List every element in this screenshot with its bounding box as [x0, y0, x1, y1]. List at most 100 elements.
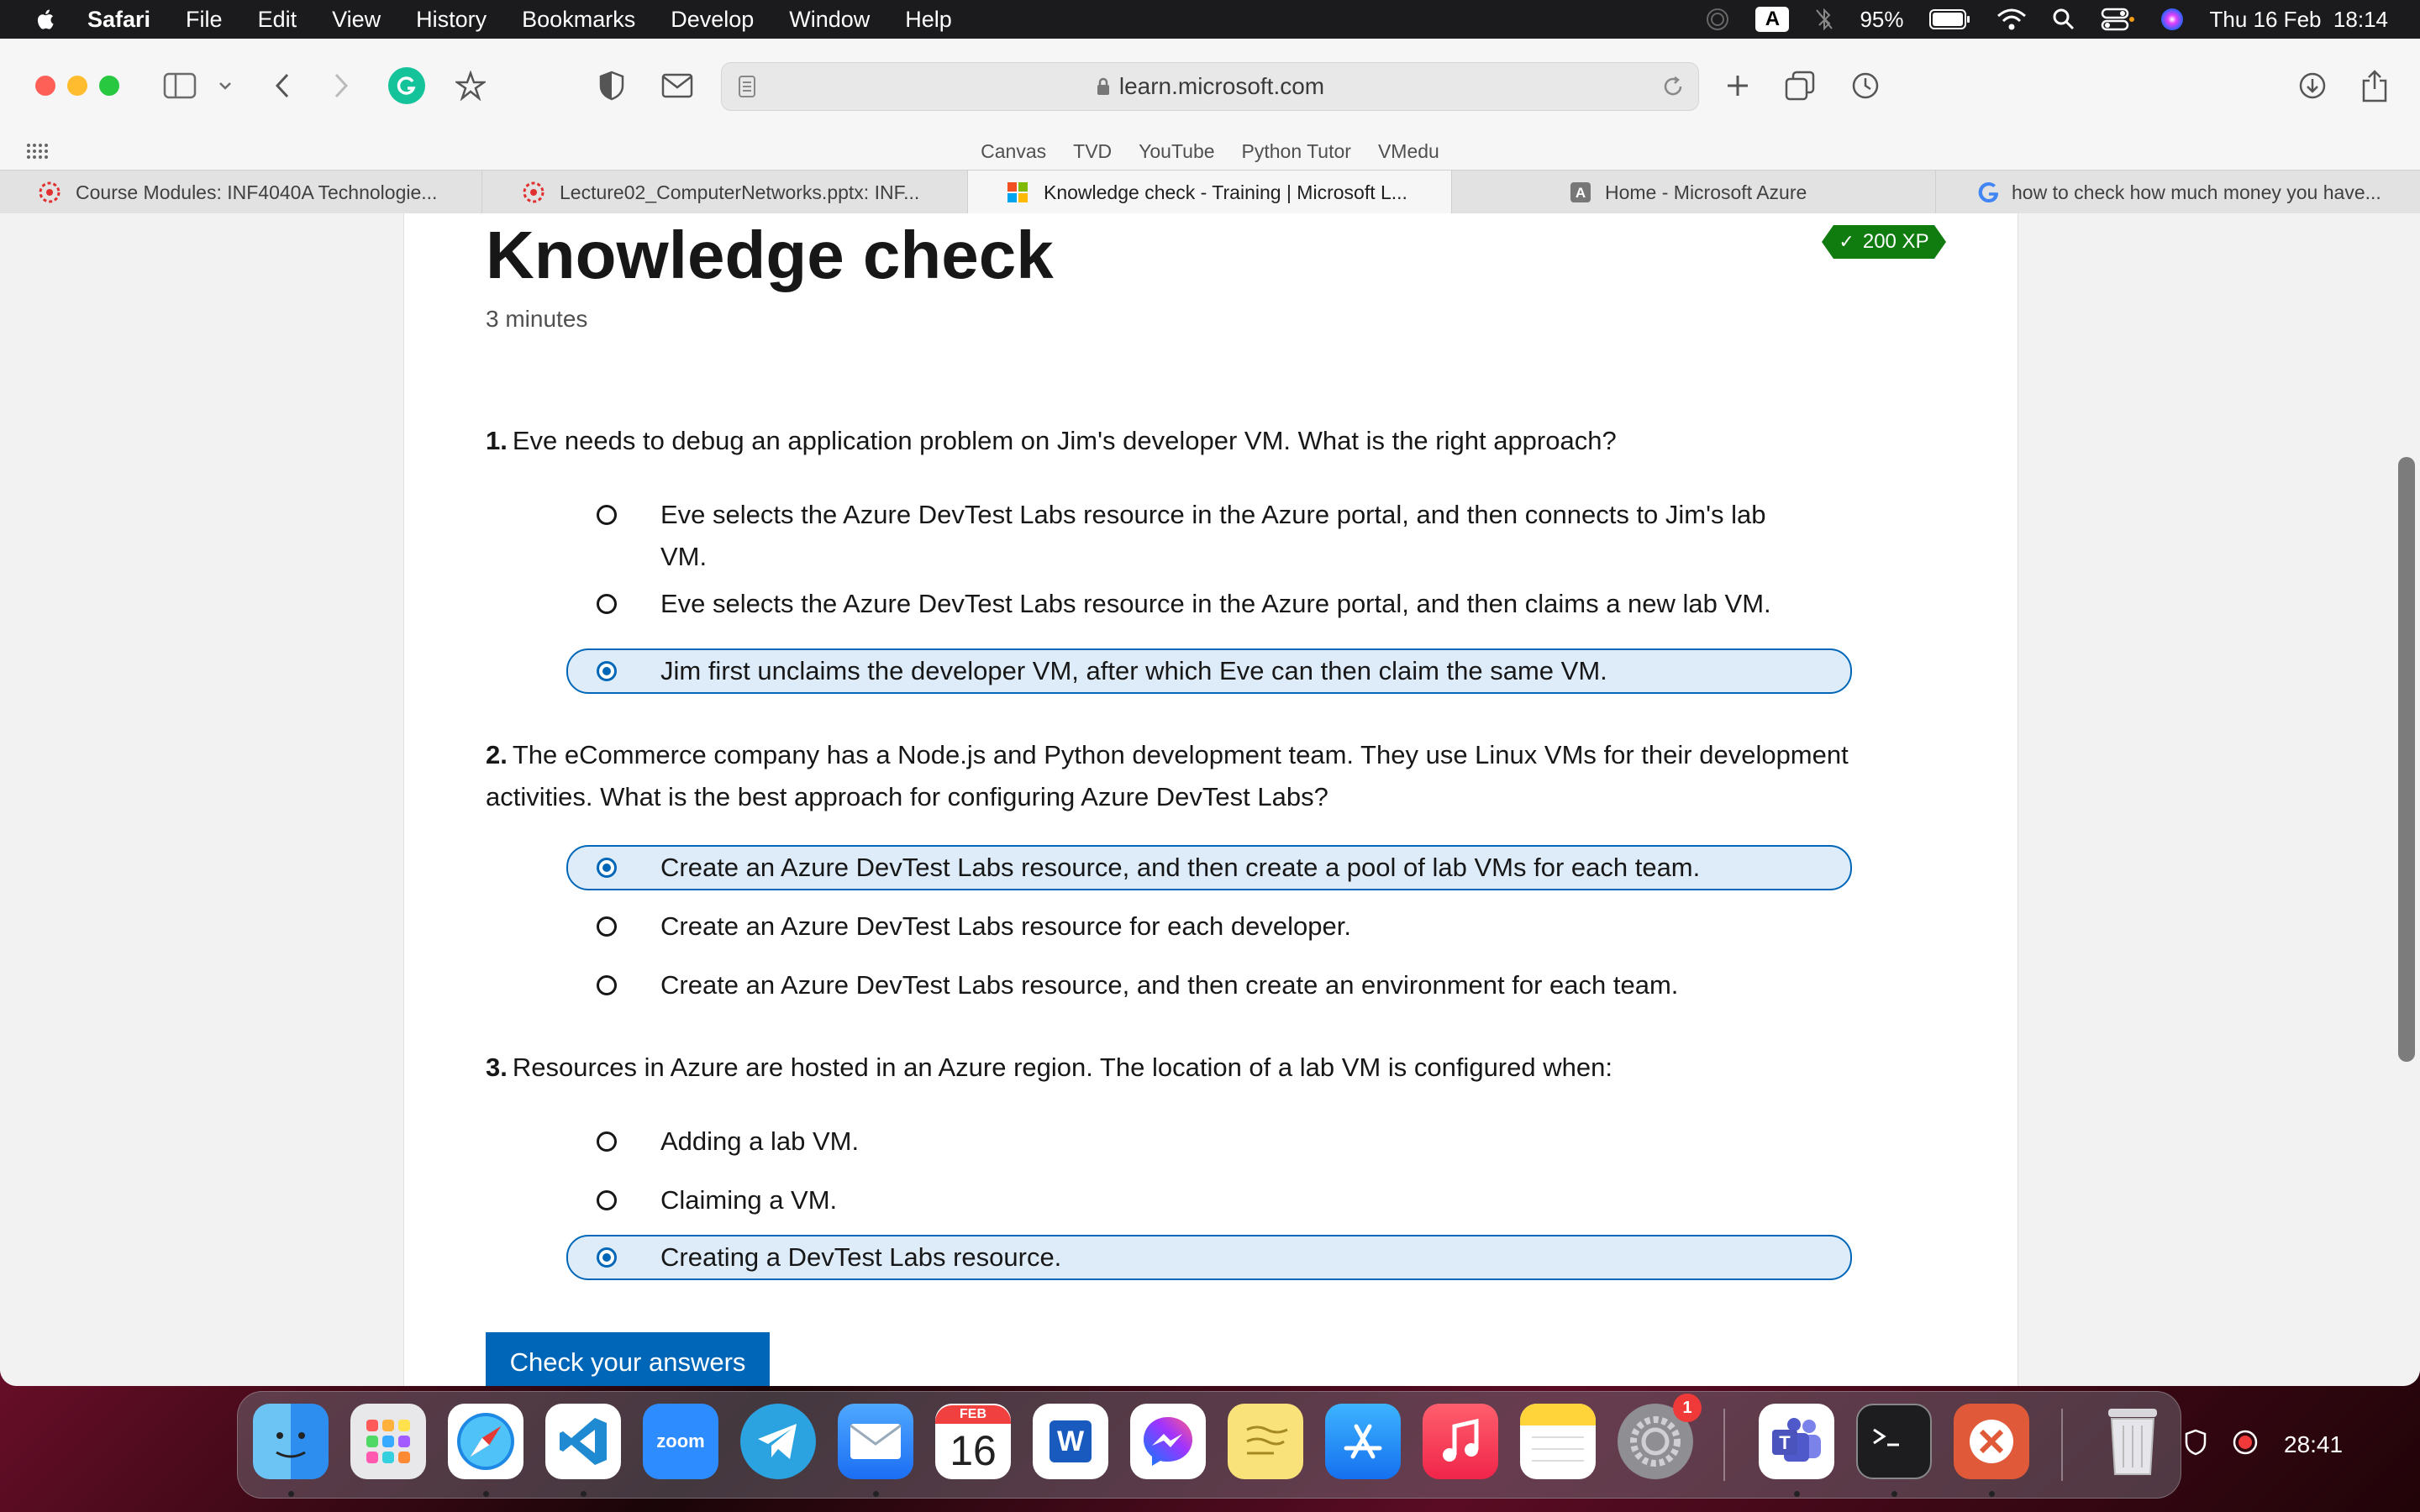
question-3: 3. Resources in Azure are hosted in an Az… — [486, 1047, 1914, 1089]
privacy-shield-icon[interactable] — [595, 69, 629, 102]
apps-grid-icon[interactable] — [25, 141, 49, 161]
reader-view-icon[interactable] — [735, 73, 759, 100]
bookmark-star-icon[interactable] — [454, 69, 487, 102]
word-icon[interactable]: W — [1033, 1404, 1108, 1479]
menubar-clock[interactable]: Thu 16 Feb 18:14 — [2210, 7, 2388, 33]
history-clock-icon[interactable] — [1849, 69, 1882, 102]
forward-arrow-icon[interactable] — [326, 71, 356, 101]
messenger-icon[interactable] — [1130, 1404, 1206, 1479]
menu-help[interactable]: Help — [905, 7, 952, 33]
zoom-icon[interactable]: zoom — [643, 1404, 718, 1479]
shield-icon[interactable] — [2185, 1429, 2207, 1462]
radio-button[interactable] — [597, 975, 617, 995]
menu-view[interactable]: View — [332, 7, 381, 33]
app-store-icon[interactable] — [1325, 1404, 1401, 1479]
q3-option-2[interactable]: Claiming a VM. — [566, 1178, 1852, 1223]
launchpad-icon[interactable] — [350, 1404, 426, 1479]
radio-button[interactable] — [597, 594, 617, 614]
airdrop-icon[interactable] — [1705, 7, 1730, 32]
siri-icon[interactable] — [2160, 7, 2185, 32]
menu-history[interactable]: History — [416, 7, 487, 33]
menu-file[interactable]: File — [186, 7, 223, 33]
screen-recording-icon[interactable] — [2232, 1429, 2259, 1462]
music-icon[interactable] — [1423, 1404, 1498, 1479]
menu-window[interactable]: Window — [789, 7, 870, 33]
remote-desktop-icon[interactable] — [1954, 1404, 2029, 1479]
azure-letter-icon: A — [1570, 182, 1591, 202]
zoom-window-button[interactable] — [99, 76, 119, 96]
mail-icon[interactable] — [838, 1404, 913, 1479]
minimize-window-button[interactable] — [67, 76, 87, 96]
radio-button-selected[interactable] — [597, 661, 617, 681]
menu-bar: Safari File Edit View History Bookmarks … — [0, 0, 2420, 39]
terminal-icon[interactable] — [1856, 1404, 1932, 1479]
lock-icon — [1097, 77, 1109, 95]
control-center-icon[interactable] — [2101, 8, 2134, 31]
keyboard-input-icon[interactable]: A — [1755, 7, 1790, 32]
downloads-icon[interactable] — [2296, 69, 2329, 102]
calendar-icon[interactable]: FEB 16 — [935, 1404, 1011, 1479]
bookmark-vmedu[interactable]: VMedu — [1378, 140, 1439, 163]
q2-option-3[interactable]: Create an Azure DevTest Labs resource, a… — [566, 963, 1852, 1008]
safari-icon[interactable] — [448, 1404, 523, 1479]
sidebar-toggle-icon[interactable] — [161, 71, 198, 101]
grammarly-extension-icon[interactable] — [388, 67, 425, 104]
check-answers-button[interactable]: Check your answers — [486, 1332, 770, 1386]
menu-edit[interactable]: Edit — [258, 7, 297, 33]
battery-icon[interactable] — [1928, 8, 1971, 30]
bookmark-youtube[interactable]: YouTube — [1139, 140, 1214, 163]
new-tab-plus-icon[interactable] — [1721, 69, 1754, 102]
teams-icon[interactable]: T — [1759, 1404, 1834, 1479]
tab-azure-home[interactable]: A Home - Microsoft Azure — [1452, 171, 1936, 214]
q2-option-1[interactable]: Create an Azure DevTest Labs resource, a… — [566, 845, 1852, 890]
q1-option-1[interactable]: Eve selects the Azure DevTest Labs resou… — [566, 492, 1852, 580]
menu-app-name[interactable]: Safari — [87, 7, 150, 33]
share-icon[interactable] — [2358, 67, 2391, 104]
radio-button[interactable] — [597, 1131, 617, 1152]
stickies-icon[interactable] — [1228, 1404, 1303, 1479]
q3-option-3[interactable]: Creating a DevTest Labs resource. — [566, 1235, 1852, 1280]
trash-icon[interactable] — [2095, 1404, 2170, 1479]
url-text[interactable]: learn.microsoft.com — [1119, 73, 1324, 100]
tab-group-chevron-down-icon[interactable] — [215, 76, 235, 96]
tab-overview-icon[interactable] — [1783, 69, 1817, 102]
hide-my-email-icon[interactable] — [660, 71, 694, 101]
q2-option-2[interactable]: Create an Azure DevTest Labs resource fo… — [566, 904, 1852, 949]
bookmark-canvas[interactable]: Canvas — [981, 140, 1046, 163]
radio-button-selected[interactable] — [597, 858, 617, 878]
radio-button[interactable] — [597, 505, 617, 525]
tab-lecture02[interactable]: Lecture02_ComputerNetworks.pptx: INF... — [482, 171, 968, 214]
bluetooth-off-icon[interactable] — [1814, 7, 1834, 32]
q1-option-3[interactable]: Jim first unclaims the developer VM, aft… — [566, 648, 1852, 694]
close-window-button[interactable] — [35, 76, 55, 96]
radio-button-selected[interactable] — [597, 1247, 617, 1268]
apple-icon[interactable] — [34, 7, 59, 32]
telegram-icon[interactable] — [740, 1404, 816, 1479]
back-arrow-icon[interactable] — [267, 71, 297, 101]
address-bar[interactable]: learn.microsoft.com — [721, 62, 1699, 111]
tab-knowledge-check[interactable]: Knowledge check - Training | Microsoft L… — [968, 171, 1452, 214]
vertical-scrollbar-thumb[interactable] — [2398, 457, 2415, 1062]
tab-google-search[interactable]: how to check how much money you have... — [1936, 171, 2420, 214]
tab-course-modules[interactable]: Course Modules: INF4040A Technologie... — [0, 171, 482, 214]
vscode-icon[interactable] — [545, 1404, 621, 1479]
q3-option-1[interactable]: Adding a lab VM. — [566, 1119, 1852, 1164]
notes-icon[interactable] — [1520, 1404, 1596, 1479]
finder-icon[interactable] — [253, 1404, 329, 1479]
radio-button[interactable] — [597, 1190, 617, 1210]
question-number: 2. — [486, 740, 508, 769]
canvas-favicon-icon — [523, 181, 544, 203]
system-settings-icon[interactable]: 1 — [1618, 1394, 1702, 1479]
wifi-icon[interactable] — [1996, 8, 2027, 31]
bookmark-python-tutor[interactable]: Python Tutor — [1242, 140, 1351, 163]
menu-bookmarks[interactable]: Bookmarks — [522, 7, 635, 33]
q1-option-2[interactable]: Eve selects the Azure DevTest Labs resou… — [566, 581, 1852, 627]
bookmark-tvd[interactable]: TVD — [1073, 140, 1112, 163]
menu-develop[interactable]: Develop — [671, 7, 754, 33]
running-indicator — [1891, 1491, 1897, 1497]
spotlight-search-icon[interactable] — [2052, 8, 2075, 31]
web-content[interactable]: Knowledge check 3 minutes ✓ 200 XP 1. Eve… — [0, 213, 2420, 1386]
reload-icon[interactable] — [1660, 73, 1686, 100]
radio-button[interactable] — [597, 916, 617, 937]
recording-timer: 28:41 — [2284, 1431, 2344, 1457]
